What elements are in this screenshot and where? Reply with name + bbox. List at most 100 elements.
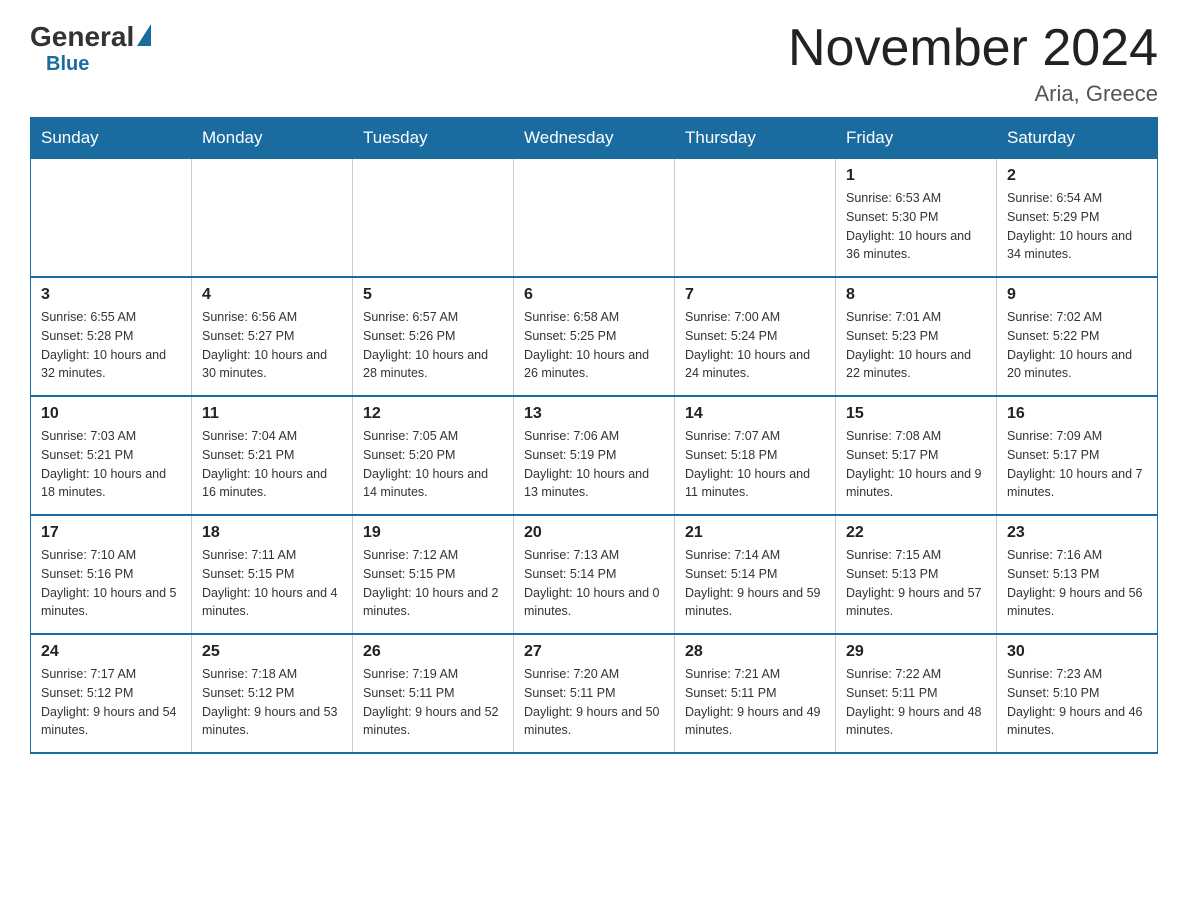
calendar-table: SundayMondayTuesdayWednesdayThursdayFrid…	[30, 117, 1158, 754]
day-cell: 19 Sunrise: 7:12 AM Sunset: 5:15 PM Dayli…	[353, 515, 514, 634]
day-cell	[353, 159, 514, 278]
day-cell: 21 Sunrise: 7:14 AM Sunset: 5:14 PM Dayli…	[675, 515, 836, 634]
day-cell: 7 Sunrise: 7:00 AM Sunset: 5:24 PM Daylig…	[675, 277, 836, 396]
week-row-2: 10 Sunrise: 7:03 AM Sunset: 5:21 PM Dayli…	[31, 396, 1158, 515]
logo-general-text: General	[30, 21, 134, 53]
day-cell: 28Sunrise: 7:21 AM Sunset: 5:11 PM Dayli…	[675, 634, 836, 753]
day-cell: 29Sunrise: 7:22 AM Sunset: 5:11 PM Dayli…	[836, 634, 997, 753]
day-number: 15	[846, 405, 986, 423]
day-cell: 30 Sunrise: 7:23 AM Sunset: 5:10 PM Dayli…	[997, 634, 1158, 753]
day-detail: Sunrise: 7:15 AM Sunset: 5:13 PM Dayligh…	[846, 546, 986, 621]
day-number: 28	[685, 643, 825, 661]
day-number: 7	[685, 286, 825, 304]
day-number: 9	[1007, 286, 1147, 304]
day-detail: Sunrise: 7:19 AM Sunset: 5:11 PM Dayligh…	[363, 665, 503, 740]
week-row-0: 1Sunrise: 6:53 AM Sunset: 5:30 PM Daylig…	[31, 159, 1158, 278]
day-detail: Sunrise: 6:57 AM Sunset: 5:26 PM Dayligh…	[363, 308, 503, 383]
day-number: 18	[202, 524, 342, 542]
day-detail: Sunrise: 7:13 AM Sunset: 5:14 PM Dayligh…	[524, 546, 664, 621]
day-detail: Sunrise: 6:53 AM Sunset: 5:30 PM Dayligh…	[846, 189, 986, 264]
day-cell: 2 Sunrise: 6:54 AM Sunset: 5:29 PM Daylig…	[997, 159, 1158, 278]
day-number: 21	[685, 524, 825, 542]
day-cell	[514, 159, 675, 278]
day-number: 13	[524, 405, 664, 423]
day-header-wednesday: Wednesday	[514, 118, 675, 159]
day-cell: 15 Sunrise: 7:08 AM Sunset: 5:17 PM Dayli…	[836, 396, 997, 515]
day-number: 24	[41, 643, 181, 661]
day-cell	[192, 159, 353, 278]
day-detail: Sunrise: 7:09 AM Sunset: 5:17 PM Dayligh…	[1007, 427, 1147, 502]
day-number: 17	[41, 524, 181, 542]
day-detail: Sunrise: 7:01 AM Sunset: 5:23 PM Dayligh…	[846, 308, 986, 383]
day-header-tuesday: Tuesday	[353, 118, 514, 159]
day-number: 8	[846, 286, 986, 304]
day-detail: Sunrise: 7:07 AM Sunset: 5:18 PM Dayligh…	[685, 427, 825, 502]
day-header-friday: Friday	[836, 118, 997, 159]
day-number: 25	[202, 643, 342, 661]
day-number: 22	[846, 524, 986, 542]
day-detail: Sunrise: 7:06 AM Sunset: 5:19 PM Dayligh…	[524, 427, 664, 502]
day-detail: Sunrise: 7:16 AM Sunset: 5:13 PM Dayligh…	[1007, 546, 1147, 621]
day-number: 20	[524, 524, 664, 542]
logo-area: General Blue	[30, 20, 151, 76]
day-detail: Sunrise: 6:54 AM Sunset: 5:29 PM Dayligh…	[1007, 189, 1147, 264]
day-detail: Sunrise: 7:02 AM Sunset: 5:22 PM Dayligh…	[1007, 308, 1147, 383]
day-number: 23	[1007, 524, 1147, 542]
day-cell: 9 Sunrise: 7:02 AM Sunset: 5:22 PM Daylig…	[997, 277, 1158, 396]
logo-blue-text: Blue	[46, 53, 89, 75]
day-cell: 4 Sunrise: 6:56 AM Sunset: 5:27 PM Daylig…	[192, 277, 353, 396]
day-number: 6	[524, 286, 664, 304]
logo-triangle-icon	[137, 24, 151, 46]
day-cell: 14 Sunrise: 7:07 AM Sunset: 5:18 PM Dayli…	[675, 396, 836, 515]
day-cell: 18 Sunrise: 7:11 AM Sunset: 5:15 PM Dayli…	[192, 515, 353, 634]
day-detail: Sunrise: 7:14 AM Sunset: 5:14 PM Dayligh…	[685, 546, 825, 621]
day-cell	[675, 159, 836, 278]
day-cell: 20 Sunrise: 7:13 AM Sunset: 5:14 PM Dayli…	[514, 515, 675, 634]
day-number: 14	[685, 405, 825, 423]
day-cell: 17 Sunrise: 7:10 AM Sunset: 5:16 PM Dayli…	[31, 515, 192, 634]
day-cell: 23 Sunrise: 7:16 AM Sunset: 5:13 PM Dayli…	[997, 515, 1158, 634]
day-header-saturday: Saturday	[997, 118, 1158, 159]
day-cell: 22 Sunrise: 7:15 AM Sunset: 5:13 PM Dayli…	[836, 515, 997, 634]
day-number: 2	[1007, 167, 1147, 185]
day-detail: Sunrise: 6:56 AM Sunset: 5:27 PM Dayligh…	[202, 308, 342, 383]
title-area: November 2024 Aria, Greece	[788, 20, 1158, 107]
day-detail: Sunrise: 7:08 AM Sunset: 5:17 PM Dayligh…	[846, 427, 986, 502]
day-detail: Sunrise: 7:10 AM Sunset: 5:16 PM Dayligh…	[41, 546, 181, 621]
day-number: 12	[363, 405, 503, 423]
week-row-1: 3 Sunrise: 6:55 AM Sunset: 5:28 PM Daylig…	[31, 277, 1158, 396]
day-detail: Sunrise: 7:04 AM Sunset: 5:21 PM Dayligh…	[202, 427, 342, 502]
day-cell: 25 Sunrise: 7:18 AM Sunset: 5:12 PM Dayli…	[192, 634, 353, 753]
day-number: 30	[1007, 643, 1147, 661]
day-header-row: SundayMondayTuesdayWednesdayThursdayFrid…	[31, 118, 1158, 159]
day-cell: 12Sunrise: 7:05 AM Sunset: 5:20 PM Dayli…	[353, 396, 514, 515]
day-cell: 24 Sunrise: 7:17 AM Sunset: 5:12 PM Dayli…	[31, 634, 192, 753]
day-header-thursday: Thursday	[675, 118, 836, 159]
day-number: 19	[363, 524, 503, 542]
day-cell: 27 Sunrise: 7:20 AM Sunset: 5:11 PM Dayli…	[514, 634, 675, 753]
day-detail: Sunrise: 7:23 AM Sunset: 5:10 PM Dayligh…	[1007, 665, 1147, 740]
day-number: 10	[41, 405, 181, 423]
day-number: 26	[363, 643, 503, 661]
day-detail: Sunrise: 7:17 AM Sunset: 5:12 PM Dayligh…	[41, 665, 181, 740]
day-detail: Sunrise: 6:55 AM Sunset: 5:28 PM Dayligh…	[41, 308, 181, 383]
day-number: 4	[202, 286, 342, 304]
day-cell: 1Sunrise: 6:53 AM Sunset: 5:30 PM Daylig…	[836, 159, 997, 278]
day-number: 5	[363, 286, 503, 304]
day-cell: 3 Sunrise: 6:55 AM Sunset: 5:28 PM Daylig…	[31, 277, 192, 396]
day-header-sunday: Sunday	[31, 118, 192, 159]
day-number: 27	[524, 643, 664, 661]
day-detail: Sunrise: 7:03 AM Sunset: 5:21 PM Dayligh…	[41, 427, 181, 502]
week-row-4: 24 Sunrise: 7:17 AM Sunset: 5:12 PM Dayli…	[31, 634, 1158, 753]
day-detail: Sunrise: 7:20 AM Sunset: 5:11 PM Dayligh…	[524, 665, 664, 740]
day-cell: 11Sunrise: 7:04 AM Sunset: 5:21 PM Dayli…	[192, 396, 353, 515]
day-detail: Sunrise: 7:22 AM Sunset: 5:11 PM Dayligh…	[846, 665, 986, 740]
day-number: 3	[41, 286, 181, 304]
location-text: Aria, Greece	[788, 81, 1158, 107]
day-cell: 26 Sunrise: 7:19 AM Sunset: 5:11 PM Dayli…	[353, 634, 514, 753]
day-detail: Sunrise: 7:11 AM Sunset: 5:15 PM Dayligh…	[202, 546, 342, 621]
day-cell: 13 Sunrise: 7:06 AM Sunset: 5:19 PM Dayli…	[514, 396, 675, 515]
day-detail: Sunrise: 7:18 AM Sunset: 5:12 PM Dayligh…	[202, 665, 342, 740]
day-detail: Sunrise: 7:00 AM Sunset: 5:24 PM Dayligh…	[685, 308, 825, 383]
day-detail: Sunrise: 7:12 AM Sunset: 5:15 PM Dayligh…	[363, 546, 503, 621]
